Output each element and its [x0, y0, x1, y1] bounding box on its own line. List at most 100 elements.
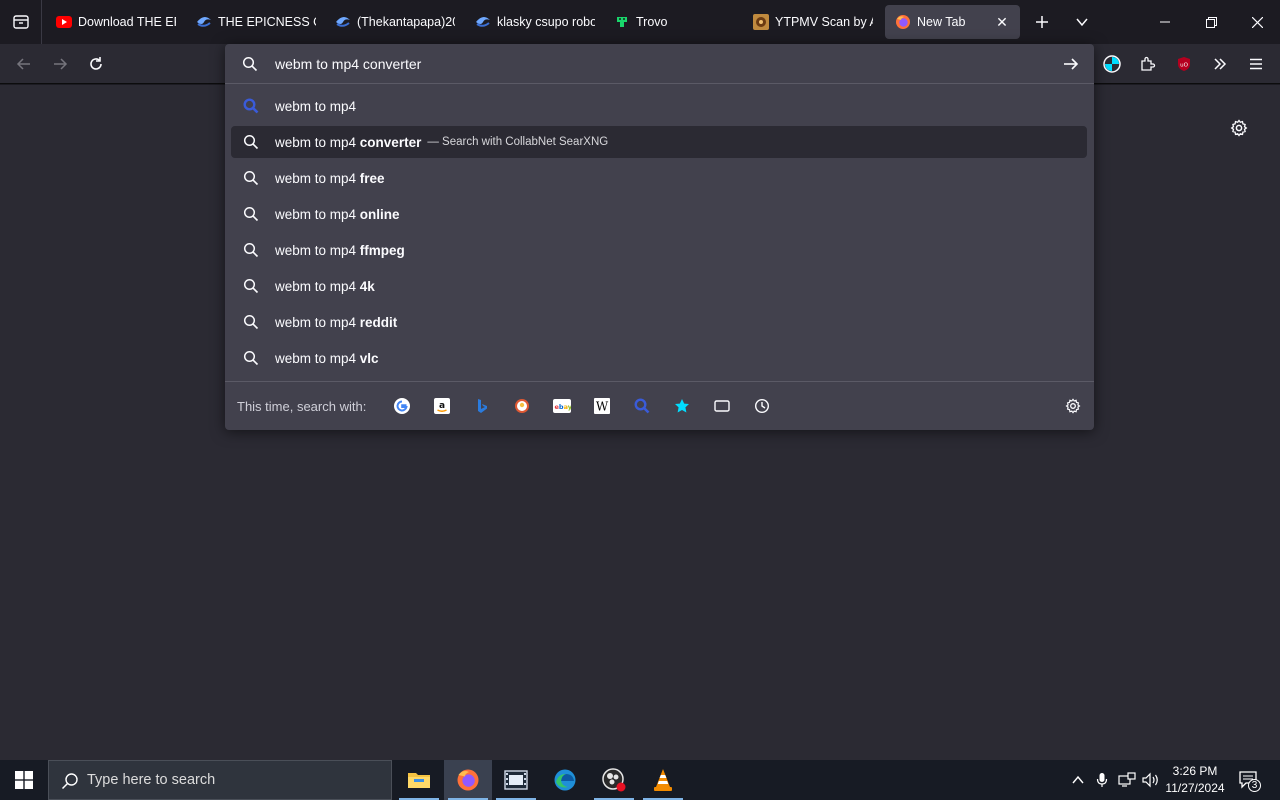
result-row[interactable]: webm to mp4 reddit — [231, 306, 1087, 338]
plus-icon — [1036, 16, 1048, 28]
urlbar-input[interactable]: webm to mp4 converter — [275, 56, 421, 72]
tab-title: Trovo — [636, 15, 668, 29]
result-suggestion: ffmpeg — [359, 242, 405, 258]
result-text: webm to mp4 — [275, 314, 360, 330]
ublock-button[interactable]: uO — [1168, 48, 1200, 80]
app-menu-button[interactable] — [1240, 48, 1272, 80]
microphone-tray[interactable] — [1092, 760, 1112, 800]
taskbar-search-placeholder: Type here to search — [87, 772, 216, 788]
tab-download-the-ep[interactable]: Download THE EP — [56, 5, 176, 39]
restore-button[interactable] — [1188, 0, 1234, 44]
tabs-icon[interactable] — [710, 394, 734, 418]
list-all-tabs-button[interactable] — [1066, 6, 1098, 38]
tab-the-epicness-of[interactable]: THE EPICNESS OF — [196, 5, 316, 39]
youtube-icon — [56, 14, 72, 30]
searxng-icon[interactable] — [630, 394, 654, 418]
result-suggestion: reddit — [359, 314, 398, 330]
new-tab-settings-button[interactable] — [1226, 115, 1252, 141]
chevron-up-icon — [1072, 775, 1084, 784]
search-icon — [243, 134, 259, 150]
result-text: webm to mp4 — [275, 134, 360, 150]
taskbar-search-box[interactable]: Type here to search — [48, 760, 392, 800]
google-icon[interactable] — [390, 394, 414, 418]
tab-ytpmv-scan[interactable]: YTPMV Scan by A — [753, 5, 873, 39]
start-button[interactable] — [0, 760, 48, 800]
sync-button[interactable] — [1096, 48, 1128, 80]
result-text: webm to mp4 — [275, 98, 357, 114]
close-window-button[interactable] — [1234, 0, 1280, 44]
forward-arrow-icon — [54, 58, 68, 70]
result-row[interactable]: webm to mp4 4k — [231, 270, 1087, 302]
result-row[interactable]: webm to mp4 free — [231, 162, 1087, 194]
taskbar-obs[interactable] — [590, 760, 638, 800]
tab-title: Download THE EP — [78, 15, 176, 29]
result-suggestion: free — [359, 170, 385, 186]
back-button[interactable] — [8, 48, 40, 80]
network-tray[interactable] — [1116, 760, 1138, 800]
film-strip-icon — [504, 770, 528, 790]
tab-new-tab[interactable]: New Tab ✕ — [885, 5, 1020, 39]
bing-icon[interactable] — [470, 394, 494, 418]
result-text: webm to mp4 — [275, 242, 360, 258]
svg-text:ebay: ebay — [555, 403, 572, 411]
search-settings-button[interactable] — [1061, 394, 1085, 418]
double-chevron-right-icon — [1214, 58, 1227, 70]
tab-thekantapapa[interactable]: (Thekantapapa)20 — [335, 5, 455, 39]
result-action: — Search with CollabNet SearXNG — [427, 136, 609, 148]
microphone-icon — [1096, 773, 1108, 787]
taskbar-clock[interactable]: 3:26 PM 11/27/2024 — [1160, 763, 1230, 797]
history-icon[interactable] — [750, 394, 774, 418]
close-icon — [1251, 16, 1263, 28]
restore-icon — [1205, 16, 1217, 28]
result-suggestion: 4k — [359, 278, 375, 294]
search-icon — [243, 350, 259, 366]
minimize-button[interactable] — [1142, 0, 1188, 44]
taskbar-firefox[interactable] — [444, 760, 492, 800]
hamburger-menu-icon — [1250, 58, 1262, 70]
result-suggestion: online — [359, 206, 400, 222]
firefox-icon — [457, 769, 479, 791]
go-arrow-icon[interactable] — [1061, 54, 1081, 79]
extensions-button[interactable] — [1132, 48, 1164, 80]
tab-strip: Download THE EP THE EPICNESS OF (Thekant… — [0, 0, 1280, 44]
edge-icon — [554, 769, 576, 791]
tab-klasky-csupo[interactable]: klasky csupo robo — [475, 5, 595, 39]
new-tab-button[interactable] — [1026, 6, 1058, 38]
duckduckgo-icon[interactable] — [510, 394, 534, 418]
result-suggestion: vlc — [359, 350, 379, 366]
result-row[interactable]: webm to mp4 vlc — [231, 342, 1087, 374]
tab-trovo[interactable]: Trovo — [614, 5, 734, 39]
gear-icon — [1230, 119, 1248, 137]
taskbar-vlc[interactable] — [639, 760, 687, 800]
taskbar-video-editor[interactable] — [492, 760, 540, 800]
folder-icon — [408, 773, 430, 788]
amazon-icon[interactable]: a — [430, 394, 454, 418]
tab-title: klasky csupo robo — [497, 15, 595, 29]
urlbar-input-row[interactable]: webm to mp4 converter — [225, 44, 1094, 84]
svg-text:a: a — [439, 401, 445, 411]
ebay-icon[interactable]: ebay — [550, 394, 574, 418]
result-text: webm to mp4 — [275, 278, 360, 294]
firefox-view-button[interactable] — [0, 0, 42, 44]
result-text: webm to mp4 — [275, 206, 360, 222]
taskbar-file-explorer[interactable] — [395, 760, 443, 800]
reload-button[interactable] — [80, 48, 112, 80]
svg-text:W: W — [596, 400, 609, 414]
back-arrow-icon — [16, 58, 30, 70]
result-row[interactable]: webm to mp4 — [231, 90, 1087, 122]
collabnet-icon — [335, 14, 351, 30]
more-tools-button[interactable] — [1204, 48, 1236, 80]
clock-date: 11/27/2024 — [1165, 781, 1225, 795]
collabnet-icon — [196, 14, 212, 30]
bookmarks-icon[interactable] — [670, 394, 694, 418]
result-row[interactable]: webm to mp4 online — [231, 198, 1087, 230]
action-center-button[interactable]: 3 — [1234, 760, 1264, 800]
forward-button[interactable] — [44, 48, 76, 80]
close-tab-icon[interactable]: ✕ — [994, 14, 1010, 30]
show-hidden-icons[interactable] — [1068, 760, 1088, 800]
result-row-selected[interactable]: webm to mp4 converter — Search with Colla… — [231, 126, 1087, 158]
result-row[interactable]: webm to mp4 ffmpeg — [231, 234, 1087, 266]
taskbar-edge[interactable] — [541, 760, 589, 800]
wikipedia-icon[interactable]: W — [590, 394, 614, 418]
volume-tray[interactable] — [1140, 760, 1162, 800]
